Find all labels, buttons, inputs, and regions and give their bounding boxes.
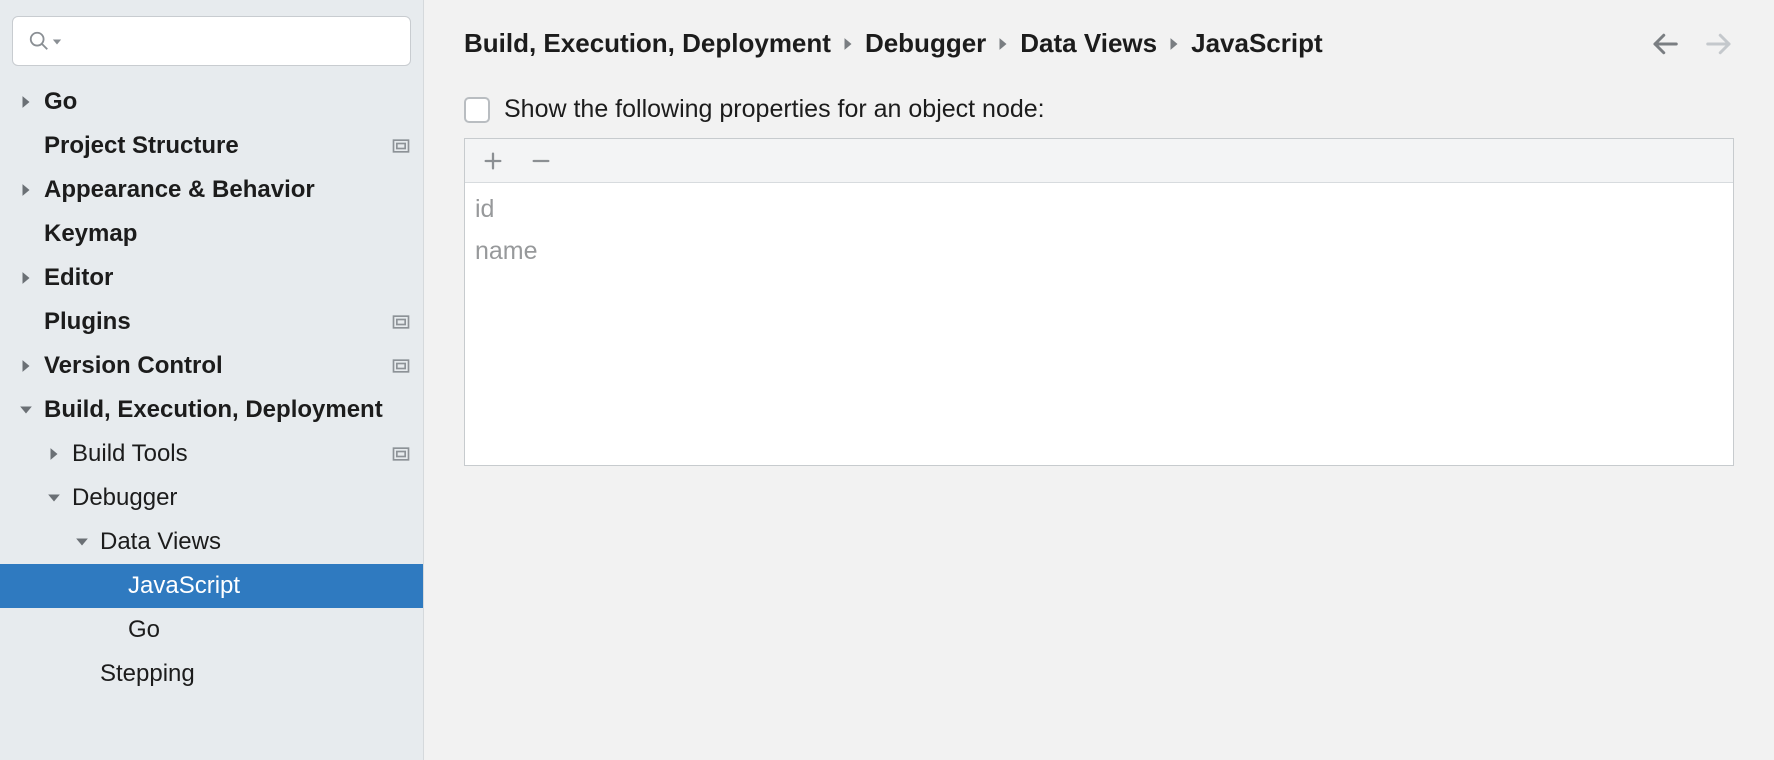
list-item[interactable]: name [473, 231, 1725, 273]
tree-item[interactable]: Plugins [0, 300, 423, 344]
tree-item-label: Build Tools [72, 440, 391, 468]
tree-item[interactable]: Editor [0, 256, 423, 300]
tree-item[interactable]: Project Structure [0, 124, 423, 168]
tree-item-label: Debugger [72, 484, 411, 512]
tree-item[interactable]: Stepping [0, 652, 423, 696]
project-scope-icon [391, 356, 411, 376]
breadcrumb-part[interactable]: Build, Execution, Deployment [464, 28, 831, 59]
tree-item[interactable]: Build Tools [0, 432, 423, 476]
breadcrumb-separator-icon [1167, 37, 1181, 51]
tree-item-label: Plugins [44, 308, 391, 336]
chevron-down-icon[interactable] [16, 400, 36, 420]
tree-item[interactable]: Go [0, 608, 423, 652]
tree-item-label: Editor [44, 264, 411, 292]
tree-item-label: Build, Execution, Deployment [44, 396, 411, 424]
tree-item[interactable]: Data Views [0, 520, 423, 564]
tree-item-label: Data Views [100, 528, 411, 556]
add-button[interactable] [479, 147, 507, 175]
project-scope-icon [391, 136, 411, 156]
tree-item[interactable]: Debugger [0, 476, 423, 520]
chevron-right-icon[interactable] [16, 268, 36, 288]
project-scope-icon [391, 444, 411, 464]
tree-item-label: Project Structure [44, 132, 391, 160]
settings-main: Build, Execution, Deployment Debugger Data… [424, 0, 1774, 760]
properties-list-panel: idname [464, 138, 1734, 466]
tree-item-label: Go [44, 88, 411, 116]
properties-list[interactable]: idname [465, 183, 1733, 465]
tree-item[interactable]: JavaScript [0, 564, 423, 608]
tree-item[interactable]: Build, Execution, Deployment [0, 388, 423, 432]
breadcrumb-part[interactable]: JavaScript [1191, 28, 1323, 59]
settings-tree: Go Project Structure Appearance & Behavior… [0, 80, 423, 760]
tree-item-label: Version Control [44, 352, 391, 380]
breadcrumb: Build, Execution, Deployment Debugger Data… [464, 28, 1323, 59]
show-properties-checkbox[interactable] [464, 97, 490, 123]
tree-item-label: Stepping [100, 660, 411, 688]
forward-button[interactable] [1704, 29, 1734, 59]
chevron-right-icon[interactable] [16, 92, 36, 112]
tree-item-label: Appearance & Behavior [44, 176, 411, 204]
list-item[interactable]: id [473, 189, 1725, 231]
chevron-down-icon[interactable] [44, 488, 64, 508]
tree-item-label: JavaScript [128, 572, 411, 600]
breadcrumb-separator-icon [841, 37, 855, 51]
breadcrumb-part[interactable]: Data Views [1020, 28, 1157, 59]
search-input[interactable] [12, 16, 411, 66]
chevron-right-icon[interactable] [16, 356, 36, 376]
chevron-down-icon[interactable] [72, 532, 92, 552]
tree-item[interactable]: Go [0, 80, 423, 124]
properties-toolbar [465, 139, 1733, 183]
tree-item[interactable]: Appearance & Behavior [0, 168, 423, 212]
tree-item-label: Go [128, 616, 411, 644]
chevron-right-icon[interactable] [44, 444, 64, 464]
back-button[interactable] [1650, 29, 1680, 59]
breadcrumb-part[interactable]: Debugger [865, 28, 986, 59]
settings-sidebar: Go Project Structure Appearance & Behavior… [0, 0, 424, 760]
project-scope-icon [391, 312, 411, 332]
nav-arrows [1650, 29, 1734, 59]
chevron-right-icon[interactable] [16, 180, 36, 200]
tree-item[interactable]: Version Control [0, 344, 423, 388]
tree-item[interactable]: Keymap [0, 212, 423, 256]
breadcrumb-separator-icon [996, 37, 1010, 51]
remove-button[interactable] [527, 147, 555, 175]
show-properties-label: Show the following properties for an obj… [504, 95, 1045, 124]
tree-item-label: Keymap [44, 220, 411, 248]
